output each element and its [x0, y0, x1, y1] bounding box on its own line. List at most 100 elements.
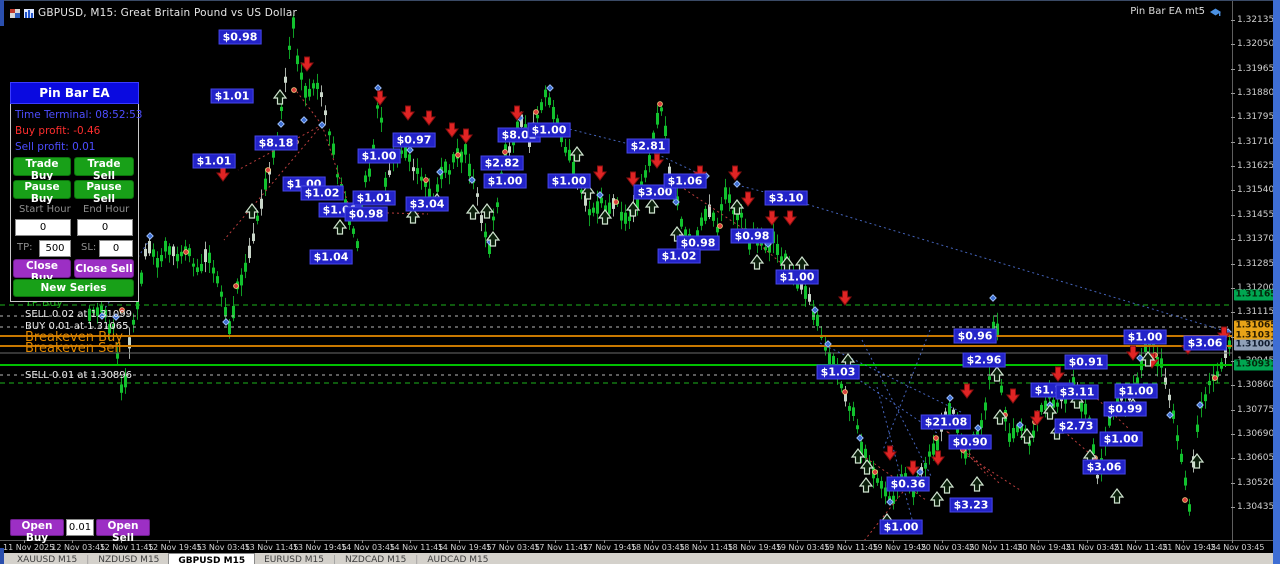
time-axis-label: 12 Nov 03:45 — [51, 543, 106, 552]
time-axis-label: 13 Nov 03:45 — [196, 543, 251, 552]
buy-arrow-icon — [1019, 428, 1035, 444]
buy-arrow-icon — [858, 477, 874, 493]
time-axis-label: 17 Nov 03:45 — [486, 543, 540, 552]
end-hour-input[interactable] — [77, 219, 133, 236]
close-sell-button[interactable]: Close Sell — [74, 259, 134, 278]
new-series-button[interactable]: New Series — [13, 279, 134, 297]
buy-arrow-icon — [989, 366, 1005, 382]
buy-arrow-icon — [1109, 488, 1125, 504]
order-row: Open Buy Open Sell — [10, 519, 150, 544]
pause-buy-button[interactable]: Pause Buy — [13, 180, 71, 205]
time-axis-label: 14 Nov 03:45 — [341, 543, 396, 552]
time-axis-separator — [0, 540, 1280, 541]
pin-bar-ea-panel: Pin Bar EA Time Terminal: 08:52:53 Buy p… — [10, 82, 143, 302]
sell-arrow-icon — [783, 210, 797, 226]
time-axis-label: 18 Nov 11:45 — [679, 543, 734, 552]
window-edge-top-left — [0, 0, 4, 26]
chart-tab-eurusd[interactable]: EURUSD M15 — [255, 553, 333, 564]
start-hour-input[interactable] — [15, 219, 71, 236]
chart-title: GBPUSD, M15: Great Britain Pound vs US D… — [38, 7, 298, 19]
time-axis-label: 21 Nov 19:45 — [1162, 543, 1217, 552]
buy-arrow-icon — [1049, 424, 1065, 440]
chart-type-icon — [24, 8, 34, 18]
price-axis-separator — [1232, 0, 1233, 540]
chart-tab-xauusd[interactable]: XAUUSD M15 — [8, 553, 86, 564]
time-axis-label: 12 Nov 19:45 — [147, 543, 202, 552]
time-axis-label: 20 Nov 11:45 — [969, 543, 1023, 552]
chart-title-bar: GBPUSD, M15: Great Britain Pound vs US D… — [10, 6, 297, 20]
panel-title[interactable]: Pin Bar EA — [10, 82, 139, 104]
time-axis-label: 14 Nov 11:45 — [389, 543, 444, 552]
time-axis-label: 18 Nov 19:45 — [727, 543, 782, 552]
buy-arrow-icon — [272, 89, 288, 105]
time-axis-label: 19 Nov 03:45 — [775, 543, 830, 552]
end-hour-label: End Hour — [83, 204, 130, 215]
open-sell-button[interactable]: Open Sell — [96, 519, 150, 544]
buy-arrow-icon — [569, 146, 585, 162]
time-axis-label: 17 Nov 11:45 — [534, 543, 589, 552]
buy-arrow-icon — [749, 254, 765, 270]
signal-markers — [98, 84, 1232, 506]
sell-arrow-icon — [626, 171, 640, 187]
buy-arrow-icon — [859, 459, 875, 475]
buy-arrow-icon — [405, 208, 421, 224]
sl-label: SL: — [81, 242, 97, 253]
chart-tab-nzdcad[interactable]: NZDCAD M15 — [336, 553, 415, 564]
sl-input[interactable] — [99, 240, 133, 257]
time-axis-label: 20 Nov 03:45 — [920, 543, 975, 552]
buy-arrow-icon — [644, 198, 660, 214]
time-axis-label: 14 Nov 19:45 — [437, 543, 492, 552]
sell-arrow-icon — [216, 166, 230, 182]
buy-arrow-icon — [580, 184, 596, 200]
close-buy-button[interactable]: Close Buy — [13, 259, 71, 284]
open-buy-button[interactable]: Open Buy — [10, 519, 64, 544]
level-lines — [0, 304, 1232, 384]
sell-arrow-icon — [445, 122, 459, 138]
chart-tab-gbpusd[interactable]: GBPUSD M15 — [168, 553, 256, 564]
sell-arrow-icon — [1006, 388, 1020, 404]
buy-profit-text: Buy profit: -0.46 — [15, 125, 101, 137]
start-hour-label: Start Hour — [19, 204, 71, 215]
time-axis-label: 13 Nov 19:45 — [292, 543, 347, 552]
buy-arrow-icon — [939, 478, 955, 494]
chart-tab-audcad[interactable]: AUDCAD M15 — [418, 553, 497, 564]
pause-sell-button[interactable]: Pause Sell — [74, 180, 134, 205]
sell-arrow-icon — [838, 290, 852, 306]
tp-input[interactable] — [39, 240, 71, 257]
ea-hat-icon — [1210, 8, 1221, 16]
trade-buy-button[interactable]: Trade Buy — [13, 157, 71, 182]
buy-arrow-icon — [1125, 398, 1141, 414]
candlestick-chart — [0, 14, 1232, 540]
lot-size-input[interactable] — [66, 519, 94, 536]
buy-arrow-icon — [332, 219, 348, 235]
sell-arrow-icon — [883, 445, 897, 461]
time-axis-label: 21 Nov 03:45 — [1065, 543, 1120, 552]
time-axis-label: 11 Nov 2025 — [3, 543, 55, 552]
candles — [88, 14, 1231, 516]
time-axis-label: 13 Nov 11:45 — [244, 543, 299, 552]
sell-arrow-icon — [1051, 366, 1065, 382]
sell-arrow-icon — [593, 165, 607, 181]
buy-arrow-icon — [465, 204, 481, 220]
time-axis-label: 21 Nov 11:45 — [1113, 543, 1168, 552]
sell-arrow-icon — [728, 165, 742, 181]
tp-label: TP: — [17, 242, 33, 253]
symbol-tabs-bar: XAUUSD M15 | NZDUSD M15 GBPUSD M15 EURUSD M1… — [0, 553, 1280, 564]
symbol-icon — [10, 8, 20, 18]
sell-arrow-icon — [401, 105, 415, 121]
chart-tab-nzdusd[interactable]: NZDUSD M15 — [89, 553, 168, 564]
trade-arrows — [216, 56, 1231, 529]
ea-name: Pin Bar EA mt5 — [1130, 6, 1205, 17]
trendlines — [99, 87, 1226, 540]
sell-arrow-icon — [1181, 339, 1195, 355]
time-terminal-text: Time Terminal: 08:52:53 — [15, 109, 143, 121]
time-axis-label: 20 Nov 19:45 — [1017, 543, 1072, 552]
sell-arrow-icon — [300, 56, 314, 72]
trade-sell-button[interactable]: Trade Sell — [74, 157, 134, 182]
window-edge-top — [0, 0, 1280, 1]
buy-arrow-icon — [794, 256, 810, 272]
time-axis-label: 24 Nov 03:45 — [1210, 543, 1265, 552]
time-axis-label: 18 Nov 03:45 — [630, 543, 685, 552]
sell-arrow-icon — [650, 153, 664, 169]
sell-arrow-icon — [422, 110, 436, 126]
